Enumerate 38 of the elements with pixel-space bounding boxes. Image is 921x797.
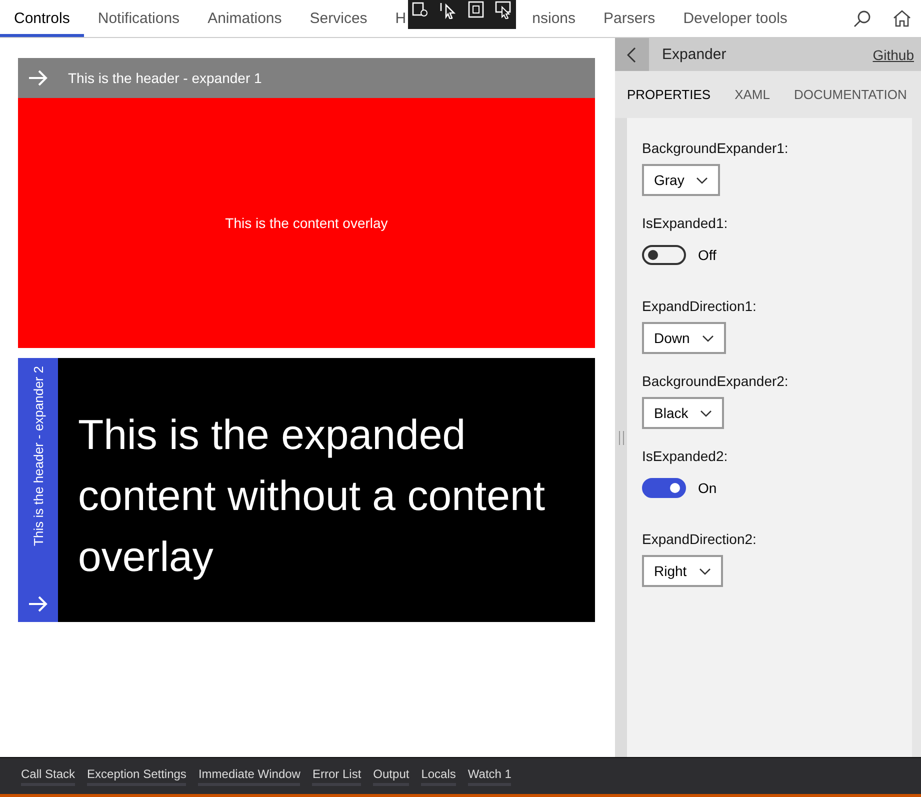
toggle-state: Off	[698, 247, 716, 263]
nav-tab[interactable]: Parsers	[590, 0, 670, 37]
dropdown[interactable]: Black	[642, 397, 724, 429]
debug-tab[interactable]: Call Stack	[21, 766, 76, 786]
panel-tab[interactable]: DOCUMENTATION	[794, 87, 907, 118]
nav-tab[interactable]: Services	[296, 0, 382, 37]
nav-tab[interactable]: Developer tools	[669, 0, 802, 37]
toggle-state: On	[698, 480, 717, 496]
dropdown[interactable]: Gray	[642, 164, 720, 196]
nav-tab[interactable]: Animations	[194, 0, 296, 37]
debug-tab[interactable]: Locals	[421, 766, 456, 786]
debug-tab[interactable]: Output	[373, 766, 410, 786]
property-label: IsExpanded2:	[642, 448, 729, 464]
property-label: IsExpanded1:	[642, 215, 729, 231]
header-text: This is the header - expander 2	[30, 366, 46, 546]
property-label: ExpandDirection1:	[642, 298, 758, 314]
panel-tab[interactable]: XAML	[734, 87, 770, 118]
nav-tab[interactable]: Notifications	[84, 0, 194, 37]
panel-title: Expander	[661, 46, 728, 63]
github-link[interactable]: Github	[872, 46, 921, 62]
property-label: ExpandDirection2:	[642, 531, 758, 547]
property-label: BackgroundExpander1:	[642, 140, 790, 156]
content-text: This is the content overlay	[225, 215, 388, 231]
debug-tab[interactable]: Exception Settings	[87, 766, 186, 786]
debug-tab[interactable]: Immediate Window	[198, 766, 300, 786]
debug-tab[interactable]: Error List	[312, 766, 362, 786]
expander-header[interactable]: This is the header - expander 2	[18, 358, 58, 622]
expander-header[interactable]: This is the header - expander 1	[18, 58, 595, 98]
dropdown[interactable]: Down	[642, 322, 726, 354]
nav-tab[interactable]: Controls	[0, 0, 84, 37]
header-text: This is the header - expander 1	[68, 70, 262, 86]
panel-tab[interactable]: PROPERTIES	[627, 87, 711, 118]
property-label: BackgroundExpander2:	[642, 373, 790, 389]
debug-tab[interactable]: Watch 1	[468, 766, 512, 786]
nav-tab[interactable]: nsions	[518, 0, 590, 37]
dropdown[interactable]: Right	[642, 555, 723, 587]
nav-tab[interactable]: H	[381, 0, 406, 37]
content-text: This is the expanded content without a content overlay	[78, 410, 546, 582]
